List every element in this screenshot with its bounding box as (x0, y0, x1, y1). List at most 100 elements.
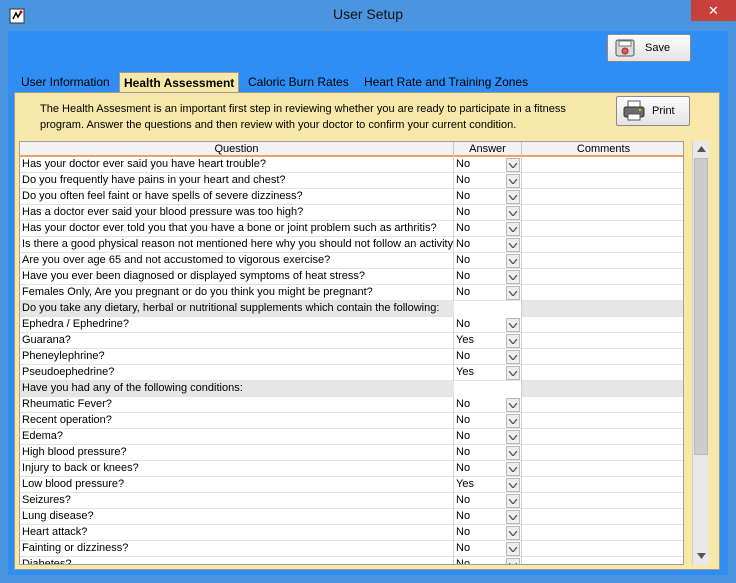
print-button[interactable]: Print (616, 96, 690, 126)
comments-cell[interactable] (522, 461, 683, 477)
comments-cell[interactable] (522, 413, 683, 429)
answer-dropdown[interactable]: No (454, 557, 522, 565)
chevron-down-icon[interactable] (506, 286, 520, 300)
answer-dropdown[interactable]: No (454, 317, 522, 333)
column-header-comments[interactable]: Comments (522, 142, 683, 157)
window-title: User Setup (332, 6, 404, 22)
answer-dropdown[interactable]: No (454, 205, 522, 221)
comments-cell[interactable] (522, 333, 683, 349)
answer-dropdown[interactable]: No (454, 493, 522, 509)
comments-cell[interactable] (522, 221, 683, 237)
chevron-down-icon[interactable] (506, 462, 520, 476)
table-row: Ephedra / Ephedrine? No (20, 317, 683, 333)
comments-cell[interactable] (522, 477, 683, 493)
close-button[interactable]: ✕ (691, 0, 736, 21)
tab-user-information[interactable]: User Information (17, 72, 114, 92)
answer-dropdown[interactable]: Yes (454, 477, 522, 493)
comments-cell[interactable] (522, 205, 683, 221)
comments-cell[interactable] (522, 317, 683, 333)
answer-dropdown[interactable]: No (454, 253, 522, 269)
comments-cell[interactable] (522, 285, 683, 301)
answer-dropdown[interactable]: No (454, 285, 522, 301)
table-row: Recent operation? No (20, 413, 683, 429)
chevron-down-icon[interactable] (506, 430, 520, 444)
scroll-up-button[interactable] (693, 141, 709, 157)
comments-cell[interactable] (522, 349, 683, 365)
chevron-down-icon[interactable] (506, 558, 520, 564)
column-header-question[interactable]: Question (20, 142, 454, 157)
comments-cell[interactable] (522, 493, 683, 509)
answer-dropdown[interactable]: No (454, 157, 522, 173)
chevron-down-icon[interactable] (506, 334, 520, 348)
scroll-down-button[interactable] (693, 548, 709, 564)
intro-line-2: program. Answer the questions and then r… (40, 119, 517, 131)
comments-cell[interactable] (522, 397, 683, 413)
answer-value: No (456, 254, 471, 266)
answer-dropdown[interactable]: No (454, 461, 522, 477)
intro-line-1: The Health Assesment is an important fir… (40, 103, 566, 115)
chevron-down-icon[interactable] (506, 350, 520, 364)
answer-dropdown[interactable]: No (454, 525, 522, 541)
chevron-down-icon[interactable] (506, 478, 520, 492)
chevron-down-icon[interactable] (506, 254, 520, 268)
answer-cell-empty (454, 301, 522, 317)
chevron-down-icon[interactable] (506, 158, 520, 172)
comments-cell[interactable] (522, 557, 683, 564)
comments-cell[interactable] (522, 429, 683, 445)
vertical-scrollbar[interactable] (692, 141, 709, 565)
chevron-down-icon[interactable] (506, 446, 520, 460)
chevron-down-icon[interactable] (506, 206, 520, 220)
table-row: Lung disease? No (20, 509, 683, 525)
tab-heart-rate-training-zones[interactable]: Heart Rate and Training Zones (360, 72, 532, 92)
answer-dropdown[interactable]: No (454, 541, 522, 557)
tab-health-assessment[interactable]: Health Assessment (119, 72, 240, 94)
answer-dropdown[interactable]: No (454, 237, 522, 253)
answer-dropdown[interactable]: Yes (454, 333, 522, 349)
chevron-down-icon[interactable] (506, 494, 520, 508)
scroll-thumb[interactable] (694, 158, 708, 455)
answer-dropdown[interactable]: No (454, 221, 522, 237)
tab-caloric-burn-rates[interactable]: Caloric Burn Rates (244, 72, 353, 92)
answer-value: No (456, 558, 471, 565)
answer-dropdown[interactable]: No (454, 509, 522, 525)
chevron-down-icon[interactable] (506, 414, 520, 428)
answer-dropdown[interactable]: No (454, 429, 522, 445)
answer-value: No (456, 526, 471, 538)
section-header-row: Have you had any of the following condit… (20, 381, 683, 397)
chevron-down-icon[interactable] (506, 222, 520, 236)
chevron-down-icon[interactable] (506, 270, 520, 284)
answer-dropdown[interactable]: No (454, 173, 522, 189)
comments-cell[interactable] (522, 509, 683, 525)
answer-dropdown[interactable]: No (454, 397, 522, 413)
chevron-down-icon[interactable] (506, 318, 520, 332)
chevron-down-icon[interactable] (506, 510, 520, 524)
chevron-down-icon[interactable] (506, 542, 520, 556)
comments-cell[interactable] (522, 237, 683, 253)
comments-cell[interactable] (522, 525, 683, 541)
answer-value: No (456, 510, 471, 522)
table-row: Heart attack? No (20, 525, 683, 541)
comments-cell[interactable] (522, 365, 683, 381)
comments-cell[interactable] (522, 269, 683, 285)
answer-dropdown[interactable]: No (454, 349, 522, 365)
answer-dropdown[interactable]: No (454, 413, 522, 429)
chevron-down-icon[interactable] (506, 366, 520, 380)
comments-cell[interactable] (522, 253, 683, 269)
chevron-down-icon[interactable] (506, 190, 520, 204)
comments-cell[interactable] (522, 173, 683, 189)
column-header-answer[interactable]: Answer (454, 142, 522, 157)
chevron-down-icon[interactable] (506, 174, 520, 188)
chevron-down-icon[interactable] (506, 526, 520, 540)
answer-dropdown[interactable]: Yes (454, 365, 522, 381)
answer-dropdown[interactable]: No (454, 445, 522, 461)
answer-dropdown[interactable]: No (454, 269, 522, 285)
chevron-down-icon[interactable] (506, 238, 520, 252)
comments-cell[interactable] (522, 541, 683, 557)
chevron-down-icon[interactable] (506, 398, 520, 412)
table-row: Diabetes? No (20, 557, 683, 565)
comments-cell[interactable] (522, 189, 683, 205)
save-button[interactable]: Save (607, 34, 691, 62)
comments-cell[interactable] (522, 445, 683, 461)
answer-dropdown[interactable]: No (454, 189, 522, 205)
comments-cell[interactable] (522, 157, 683, 173)
